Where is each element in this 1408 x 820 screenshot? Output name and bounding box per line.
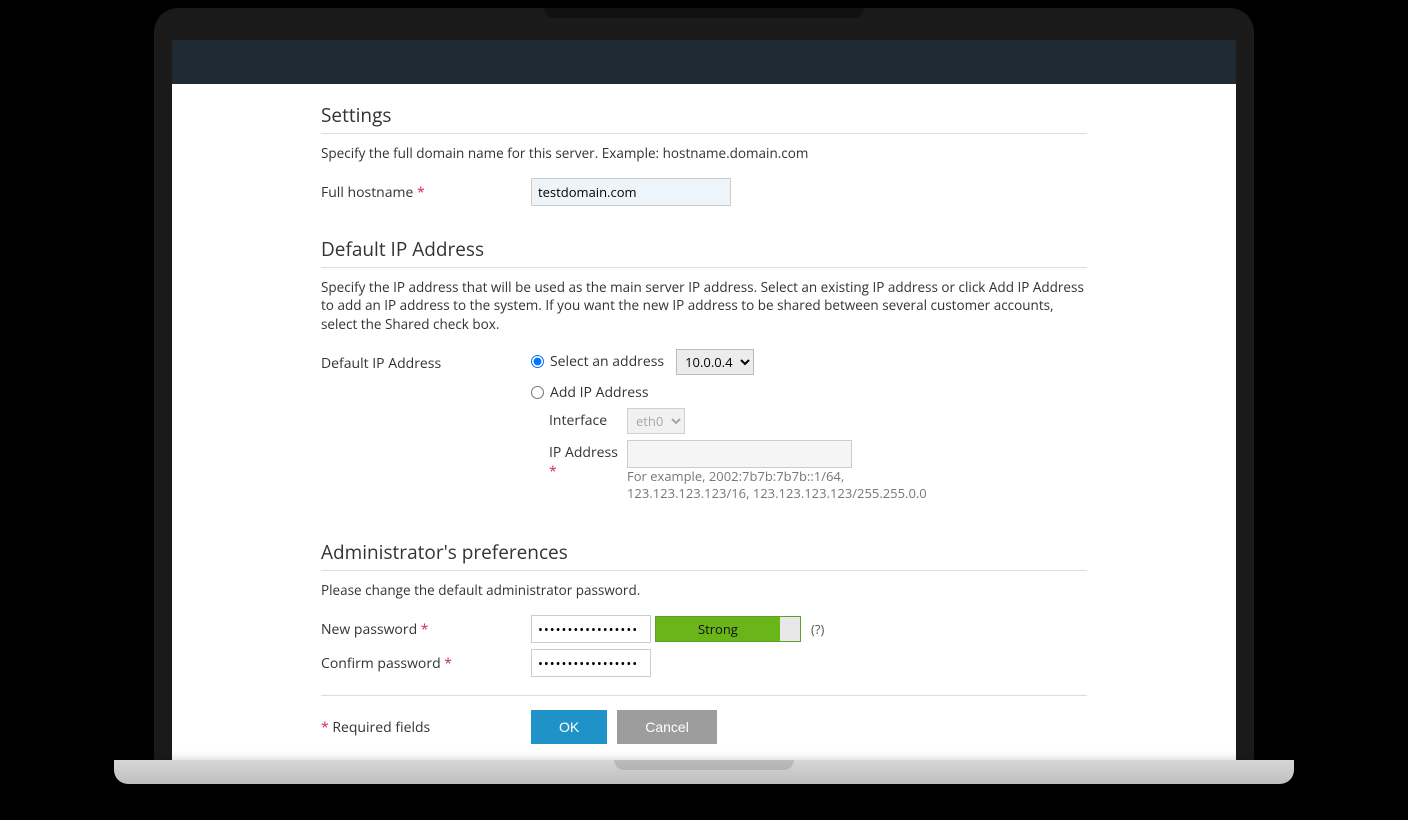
hostname-label: Full hostname * bbox=[321, 178, 531, 202]
password-help-icon[interactable]: (?) bbox=[811, 620, 824, 638]
page-content: Settings Specify the full domain name fo… bbox=[289, 84, 1119, 754]
confirm-password-label: Confirm password * bbox=[321, 649, 531, 673]
new-password-input[interactable] bbox=[531, 615, 651, 643]
radio-add-ip-label: Add IP Address bbox=[550, 383, 649, 402]
admin-prefs-description: Please change the default administrator … bbox=[321, 581, 1087, 599]
required-asterisk: * bbox=[444, 654, 452, 673]
radio-select-address-label: Select an address bbox=[550, 352, 664, 371]
default-ip-label: Default IP Address bbox=[321, 349, 531, 373]
app-header-bar bbox=[172, 40, 1236, 84]
cancel-button[interactable]: Cancel bbox=[617, 710, 717, 744]
laptop-frame: Settings Specify the full domain name fo… bbox=[154, 8, 1254, 784]
settings-description: Specify the full domain name for this se… bbox=[321, 144, 1087, 162]
confirm-password-input[interactable] bbox=[531, 649, 651, 677]
section-title-admin-prefs: Administrator's preferences bbox=[321, 539, 1087, 571]
required-asterisk: * bbox=[421, 620, 429, 639]
interface-select: eth0 bbox=[627, 408, 685, 434]
laptop-notch bbox=[544, 8, 864, 18]
ip-address-input bbox=[627, 440, 852, 468]
ip-address-hint: For example, 2002:7b7b:7b7b::1/64, 123.1… bbox=[627, 468, 947, 503]
section-title-default-ip: Default IP Address bbox=[321, 236, 1087, 268]
radio-add-ip[interactable] bbox=[531, 386, 544, 399]
radio-select-address[interactable] bbox=[531, 355, 544, 368]
section-title-settings: Settings bbox=[321, 102, 1087, 134]
ok-button[interactable]: OK bbox=[531, 710, 607, 744]
required-asterisk: * bbox=[549, 462, 557, 481]
ip-address-select[interactable]: 10.0.0.4 bbox=[676, 349, 754, 375]
required-fields-note: * Required fields bbox=[321, 718, 531, 737]
interface-label: Interface bbox=[549, 408, 627, 430]
default-ip-description: Specify the IP address that will be used… bbox=[321, 278, 1087, 333]
laptop-base bbox=[114, 760, 1294, 784]
required-asterisk: * bbox=[417, 183, 425, 202]
password-strength-label: Strong bbox=[656, 617, 780, 641]
ip-address-label: IP Address * bbox=[549, 440, 627, 481]
laptop-bezel: Settings Specify the full domain name fo… bbox=[154, 8, 1254, 760]
screen: Settings Specify the full domain name fo… bbox=[172, 40, 1236, 760]
hostname-input[interactable] bbox=[531, 178, 731, 206]
password-strength-meter: Strong bbox=[655, 616, 801, 642]
new-password-label: New password * bbox=[321, 615, 531, 639]
